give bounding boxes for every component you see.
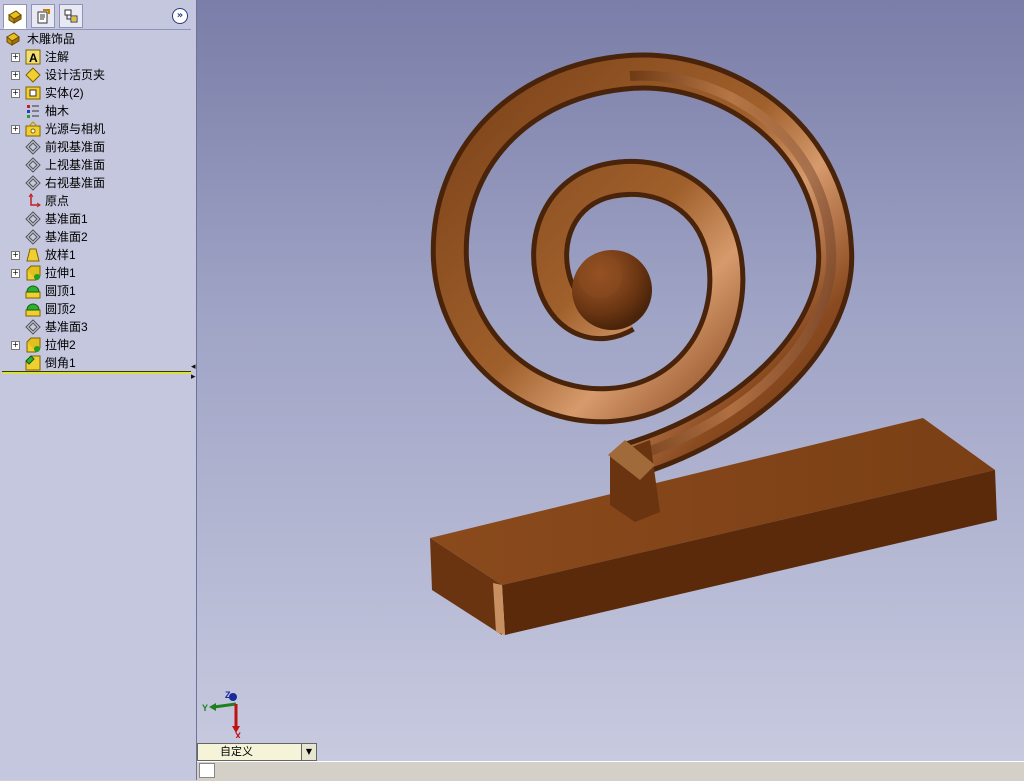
tree-item-label: 拉伸1 xyxy=(45,266,76,280)
tree-item-right-plane[interactable]: 右视基准面 xyxy=(0,174,191,192)
view-orientation-dropdown[interactable]: 自定义 ▼ xyxy=(197,743,317,761)
triad-y-label: Y xyxy=(202,703,208,713)
lights-cameras-icon xyxy=(25,121,41,137)
tree-item-design-binder[interactable]: + 设计活页夹 xyxy=(0,66,191,84)
tree-item-loft1[interactable]: + 放样1 xyxy=(0,246,191,264)
tree-item-dome2[interactable]: 圆顶2 xyxy=(0,300,191,318)
expand-toggle[interactable]: + xyxy=(11,53,20,62)
property-manager-icon xyxy=(37,9,50,24)
tree-item-top-plane[interactable]: 上视基准面 xyxy=(0,156,191,174)
solid-bodies-icon xyxy=(25,86,41,100)
view-orientation-value: 自定义 xyxy=(220,746,253,758)
tree-item-label: 光源与相机 xyxy=(45,122,106,136)
tree-item-annotations[interactable]: + A 注解 xyxy=(0,48,191,66)
loft-icon xyxy=(26,248,40,262)
model-view xyxy=(430,52,997,635)
triad-y-axis xyxy=(213,702,237,709)
tree-item-extrude2[interactable]: + 拉伸2 xyxy=(0,336,191,354)
rollback-bar[interactable] xyxy=(2,371,191,374)
tree-item-label: 倒角1 xyxy=(45,356,76,370)
chevron-down-icon[interactable]: ▼ xyxy=(301,744,316,760)
graphics-viewport[interactable]: Z Y X xyxy=(197,0,1024,774)
coordinate-triad: Z Y X xyxy=(202,690,241,738)
expand-toggle[interactable]: + xyxy=(11,89,20,98)
tree-item-dome1[interactable]: 圆顶1 xyxy=(0,282,191,300)
plane-icon xyxy=(25,319,41,335)
plane-icon xyxy=(25,175,41,191)
dome-icon xyxy=(25,303,41,317)
expand-toggle[interactable]: + xyxy=(11,71,20,80)
expand-panel-button[interactable]: » xyxy=(172,8,188,24)
tree-root-label: 木雕饰品 xyxy=(27,32,76,46)
property-manager-tab[interactable] xyxy=(31,4,55,28)
triad-y-arrow xyxy=(209,703,216,711)
tree-item-label: 原点 xyxy=(45,194,70,208)
plane-icon xyxy=(25,229,41,245)
configuration-manager-icon xyxy=(64,9,78,23)
plane-icon xyxy=(25,139,41,155)
svg-text:A: A xyxy=(29,51,38,65)
tree-item-extrude1[interactable]: + 拉伸1 xyxy=(0,264,191,282)
tree-item-label: 基准面2 xyxy=(45,230,88,244)
expand-toggle[interactable]: + xyxy=(11,341,20,350)
tree-item-label: 圆顶2 xyxy=(45,302,76,316)
tree-item-label: 上视基准面 xyxy=(45,158,106,172)
feature-manager-icon xyxy=(8,9,22,24)
wood-spiral-ornament xyxy=(430,52,855,479)
wood-base-block xyxy=(430,418,997,635)
tree-item-label: 实体(2) xyxy=(45,86,84,100)
tree-item-label: 注解 xyxy=(45,50,70,64)
tree-item-origin[interactable]: 原点 xyxy=(0,192,191,210)
extrude-icon xyxy=(26,337,41,353)
status-bar xyxy=(197,761,1024,781)
annotations-icon: A xyxy=(25,49,41,65)
tree-item-plane2[interactable]: 基准面2 xyxy=(0,228,191,246)
configuration-manager-tab[interactable] xyxy=(59,4,83,28)
part-icon xyxy=(6,32,20,46)
tree-item-chamfer1[interactable]: 倒角1 xyxy=(0,354,191,372)
tree-item-lights-cameras[interactable]: + 光源与相机 xyxy=(0,120,191,138)
tree-item-plane3[interactable]: 基准面3 xyxy=(0,318,191,336)
expand-toggle[interactable]: + xyxy=(11,125,20,134)
tree-item-material[interactable]: 柚木 xyxy=(0,102,191,120)
tree-item-label: 基准面1 xyxy=(45,212,88,226)
tree-item-label: 设计活页夹 xyxy=(45,68,106,82)
tree-item-label: 前视基准面 xyxy=(45,140,106,154)
triad-x-label: X xyxy=(235,731,241,738)
tree-item-front-plane[interactable]: 前视基准面 xyxy=(0,138,191,156)
origin-icon xyxy=(28,193,41,208)
expand-toggle[interactable]: + xyxy=(11,251,20,260)
feature-manager-panel: » 木雕饰品 + A 注解 + 设计活页夹 + 实体(2) 柚木 + 光源与相机… xyxy=(0,0,192,780)
expand-toggle[interactable]: + xyxy=(11,269,20,278)
tree-item-label: 放样1 xyxy=(45,248,76,262)
tree-item-label: 柚木 xyxy=(45,104,70,118)
tree-item-solid-bodies[interactable]: + 实体(2) xyxy=(0,84,191,102)
plane-icon xyxy=(25,211,41,227)
chamfer-icon xyxy=(25,355,41,371)
tree-item-label: 圆顶1 xyxy=(45,284,76,298)
plane-icon xyxy=(25,157,41,173)
extrude-icon xyxy=(26,265,41,281)
panel-tab-bar: » xyxy=(0,0,191,30)
splitter-arrow-icon: ◂ xyxy=(191,362,196,372)
design-binder-icon xyxy=(25,67,41,83)
tree-item-label: 右视基准面 xyxy=(45,176,106,190)
dome-icon xyxy=(25,285,41,299)
splitter-arrow-icon: ▸ xyxy=(191,372,196,382)
triad-z-label: Z xyxy=(225,690,231,700)
tree-root[interactable]: 木雕饰品 xyxy=(0,30,191,48)
material-icon xyxy=(27,105,39,118)
tree-item-label: 基准面3 xyxy=(45,320,88,334)
tree-item-plane1[interactable]: 基准面1 xyxy=(0,210,191,228)
tree-item-label: 拉伸2 xyxy=(45,338,76,352)
feature-manager-tab[interactable] xyxy=(3,4,27,29)
status-indicator xyxy=(199,763,215,778)
